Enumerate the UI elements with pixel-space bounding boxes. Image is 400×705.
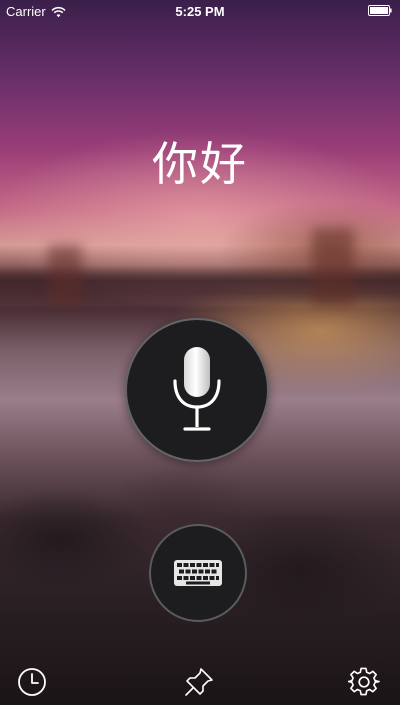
clock-icon[interactable] xyxy=(16,666,48,698)
background-tower-right xyxy=(312,228,354,306)
status-time: 5:25 PM xyxy=(175,4,225,19)
battery-icon xyxy=(368,5,392,16)
recognized-text: 你好 xyxy=(152,137,248,191)
translator-screen: Carrier 5:25 PM 你好 xyxy=(0,0,400,705)
microphone-icon xyxy=(173,347,221,431)
pin-icon[interactable] xyxy=(183,666,215,698)
background-tower-left xyxy=(48,245,82,305)
keyboard-icon xyxy=(174,560,222,586)
keyboard-button[interactable] xyxy=(149,524,247,622)
gear-icon[interactable] xyxy=(348,666,380,698)
microphone-button[interactable] xyxy=(125,318,269,462)
status-bar: Carrier 5:25 PM xyxy=(0,0,400,22)
